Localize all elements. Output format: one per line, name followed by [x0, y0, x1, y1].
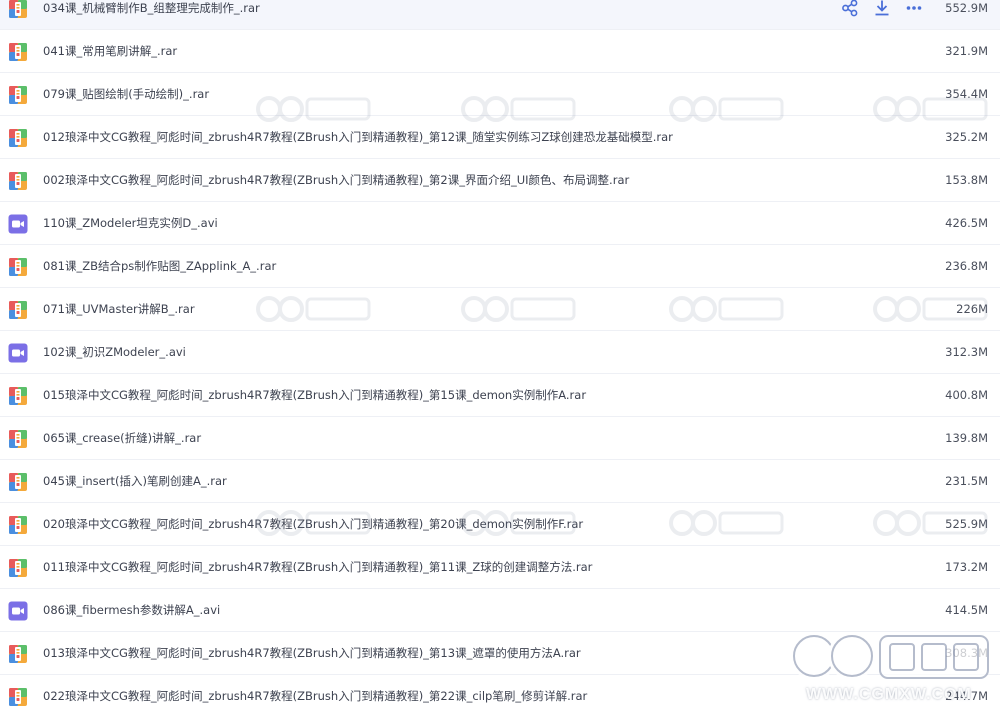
file-name[interactable]: 071课_UVMaster讲解B_.rar [43, 288, 195, 331]
file-name[interactable]: 065课_crease(折缝)讲解_.rar [43, 417, 201, 460]
file-size: 426.5M [945, 216, 988, 230]
download-icon[interactable] [872, 0, 892, 18]
file-row[interactable]: 034课_机械臂制作B_组整理完成制作_.rar 552.9M [0, 0, 1000, 30]
watermark-logo [669, 296, 784, 322]
file-row[interactable]: 011琅泽中文CG教程_阿彪时间_zbrush4R7教程(ZBrush入门到精通… [0, 546, 1000, 589]
file-name[interactable]: 041课_常用笔刷讲解_.rar [43, 30, 177, 73]
watermark-logo [461, 96, 576, 122]
file-name[interactable]: 002琅泽中文CG教程_阿彪时间_zbrush4R7教程(ZBrush入门到精通… [43, 159, 629, 202]
file-row[interactable]: 065课_crease(折缝)讲解_.rar 139.8M [0, 417, 1000, 460]
file-name[interactable]: 081课_ZB结合ps制作贴图_ZApplink_A_.rar [43, 245, 276, 288]
file-size: 312.3M [945, 345, 988, 359]
brand-watermark-url: WWW.CGMXW.COM [806, 686, 972, 703]
file-row[interactable]: 041课_常用笔刷讲解_.rar 321.9M [0, 30, 1000, 73]
watermark-logo [461, 296, 576, 322]
file-size: 231.5M [945, 474, 988, 488]
file-name[interactable]: 110课_ZModeler坦克实例D_.avi [43, 202, 218, 245]
watermark-logo [873, 510, 988, 536]
watermark-logo [256, 96, 371, 122]
watermark-logo [256, 510, 371, 536]
file-name[interactable]: 015琅泽中文CG教程_阿彪时间_zbrush4R7教程(ZBrush入门到精通… [43, 374, 586, 417]
file-name[interactable]: 013琅泽中文CG教程_阿彪时间_zbrush4R7教程(ZBrush入门到精通… [43, 632, 581, 675]
watermark-logo [669, 96, 784, 122]
file-name[interactable]: 102课_初识ZModeler_.avi [43, 331, 186, 374]
file-row[interactable]: 110课_ZModeler坦克实例D_.avi 426.5M [0, 202, 1000, 245]
file-size: 552.9M [945, 1, 988, 15]
watermark-logo [669, 510, 784, 536]
file-name[interactable]: 034课_机械臂制作B_组整理完成制作_.rar [43, 0, 260, 30]
file-name[interactable]: 079课_贴图绘制(手动绘制)_.rar [43, 73, 209, 116]
watermark-logo [873, 96, 988, 122]
file-size: 173.2M [945, 560, 988, 574]
watermark-logo [461, 510, 576, 536]
file-name[interactable]: 011琅泽中文CG教程_阿彪时间_zbrush4R7教程(ZBrush入门到精通… [43, 546, 592, 589]
file-size: 400.8M [945, 388, 988, 402]
file-size: 236.8M [945, 259, 988, 273]
watermark-logo [873, 296, 988, 322]
file-name[interactable]: 022琅泽中文CG教程_阿彪时间_zbrush4R7教程(ZBrush入门到精通… [43, 675, 587, 715]
file-row[interactable]: 045课_insert(插入)笔刷创建A_.rar 231.5M [0, 460, 1000, 503]
file-size: 153.8M [945, 173, 988, 187]
more-icon[interactable] [904, 0, 924, 18]
file-size: 139.8M [945, 431, 988, 445]
file-name[interactable]: 086课_fibermesh参数讲解A_.avi [43, 589, 220, 632]
file-row[interactable]: 102课_初识ZModeler_.avi 312.3M [0, 331, 1000, 374]
file-row[interactable]: 081课_ZB结合ps制作贴图_ZApplink_A_.rar 236.8M [0, 245, 1000, 288]
file-row[interactable]: 015琅泽中文CG教程_阿彪时间_zbrush4R7教程(ZBrush入门到精通… [0, 374, 1000, 417]
watermark-logo [256, 296, 371, 322]
file-size: 321.9M [945, 44, 988, 58]
row-actions [840, 0, 924, 18]
file-row[interactable]: 002琅泽中文CG教程_阿彪时间_zbrush4R7教程(ZBrush入门到精通… [0, 159, 1000, 202]
file-name[interactable]: 045课_insert(插入)笔刷创建A_.rar [43, 460, 227, 503]
file-list: 034课_机械臂制作B_组整理完成制作_.rar 552.9M 041课_常用笔刷讲… [0, 0, 1000, 715]
share-icon[interactable] [840, 0, 860, 18]
